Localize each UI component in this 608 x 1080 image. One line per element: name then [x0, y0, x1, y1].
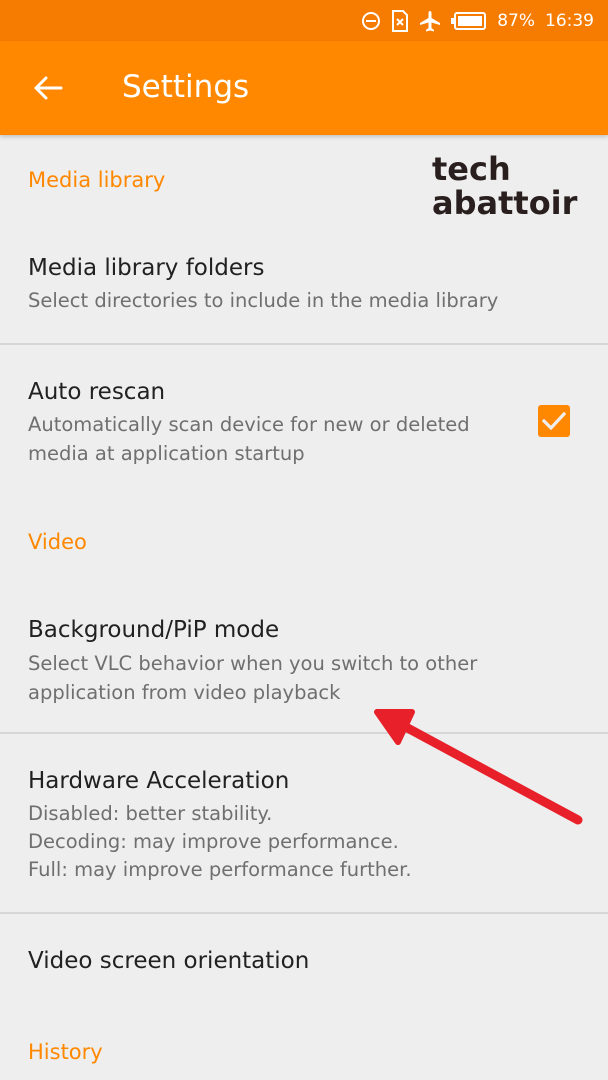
- status-bar: 87% 16:39: [0, 0, 608, 41]
- divider: [0, 732, 608, 734]
- preference-summary: Automatically scan device for new or del…: [28, 413, 470, 465]
- preference-title: Hardware Acceleration: [28, 768, 290, 794]
- preference-summary-line: Full: may improve performance further.: [28, 858, 412, 881]
- clock: 16:39: [545, 10, 594, 31]
- airplane-mode-icon: [419, 10, 441, 32]
- preference-title: Background/PiP mode: [28, 617, 280, 643]
- section-header-media-library: Media library: [28, 168, 166, 192]
- battery-icon: [451, 11, 487, 30]
- section-header-history: History: [28, 1040, 103, 1064]
- auto-rescan-checkbox[interactable]: [538, 405, 570, 437]
- preference-summary: Select VLC behavior when you switch to o…: [28, 652, 478, 704]
- preference-summary: Select directories to include in the med…: [28, 289, 499, 312]
- status-icons: 87% 16:39: [361, 0, 594, 41]
- preference-title: Video screen orientation: [28, 948, 310, 974]
- watermark-line-1: tech: [432, 150, 511, 188]
- preference-title: Auto rescan: [28, 379, 166, 405]
- app-bar: Settings: [0, 41, 608, 135]
- watermark-line-2: abattoir: [432, 184, 578, 222]
- battery-percentage: 87%: [497, 10, 535, 31]
- divider: [0, 912, 608, 914]
- preference-title: Media library folders: [28, 255, 265, 281]
- page-title: Settings: [122, 69, 250, 105]
- do-not-disturb-icon: [361, 11, 381, 31]
- section-header-video: Video: [28, 530, 87, 554]
- preference-summary-line: Disabled: better stability.: [28, 802, 273, 825]
- divider: [0, 343, 608, 345]
- arrow-left-icon: [34, 76, 63, 100]
- check-icon: [542, 411, 566, 431]
- preference-summary-line: Decoding: may improve performance.: [28, 830, 399, 853]
- back-button[interactable]: [28, 68, 68, 108]
- watermark-logo: tech abattoir: [432, 152, 577, 220]
- no-sim-icon: [391, 9, 409, 32]
